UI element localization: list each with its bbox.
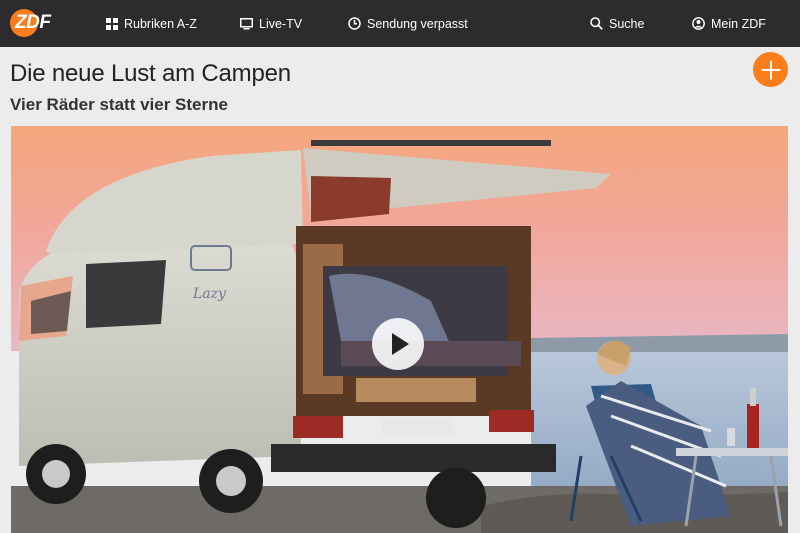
zdf-logo[interactable]: ZDF [10, 9, 58, 37]
user-icon [692, 17, 705, 30]
nav-label: Suche [609, 16, 645, 31]
logo-text: ZDF [15, 12, 51, 33]
nav-suche[interactable]: Suche [590, 0, 644, 47]
add-to-watchlist-button[interactable] [753, 52, 788, 87]
nav-label: Sendung verpasst [367, 16, 468, 31]
page-subtitle: Vier Räder statt vier Sterne [10, 95, 228, 114]
van-decal-text: Lazy [192, 286, 227, 302]
search-icon [590, 17, 603, 30]
nav-label: Live-TV [259, 16, 303, 31]
play-button[interactable] [372, 318, 424, 370]
nav-mein-zdf[interactable]: Mein ZDF [692, 0, 766, 47]
nav-label: Mein ZDF [711, 16, 766, 31]
nav-live-tv[interactable]: Live-TV [240, 0, 302, 47]
tv-icon [240, 17, 253, 29]
grid-icon [106, 17, 118, 30]
nav-rubriken-az[interactable]: Rubriken A-Z [106, 0, 197, 47]
nav-label: Rubriken A-Z [124, 16, 197, 31]
page-title: Die neue Lust am Campen [10, 60, 291, 87]
top-navigation-bar: ZDF Rubriken A-Z Live-TV Sendung verpass… [0, 0, 800, 47]
video-player[interactable]: Lazy [11, 126, 788, 533]
clock-icon [348, 17, 361, 30]
nav-sendung-verpasst[interactable]: Sendung verpasst [348, 0, 468, 47]
